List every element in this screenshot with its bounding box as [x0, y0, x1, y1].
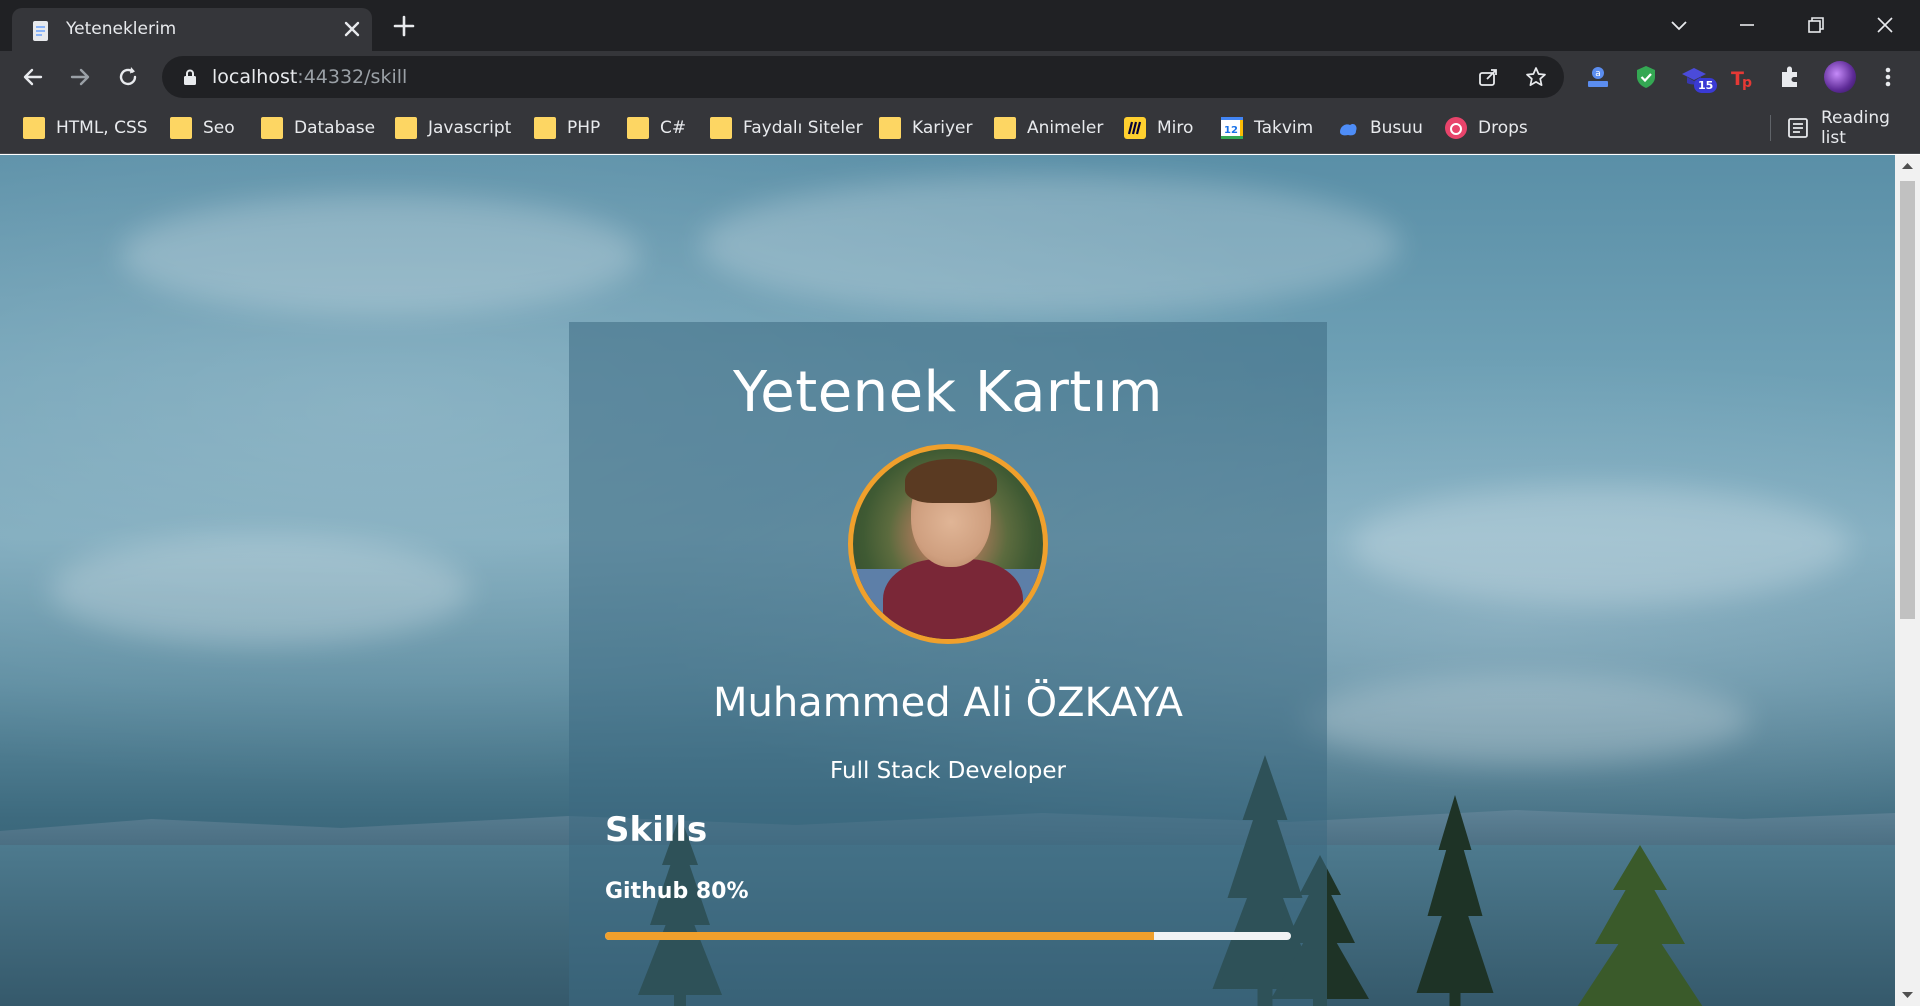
browser-toolbar: localhost:44332/skill a 15 T p	[0, 51, 1920, 103]
tp-extension-icon[interactable]: T p	[1728, 63, 1756, 91]
bookmark-label: Drops	[1478, 118, 1528, 138]
folder-icon	[879, 117, 901, 139]
drops-icon	[1445, 117, 1467, 139]
bookmark-star-icon[interactable]	[1524, 65, 1548, 89]
reading-list-divider	[1770, 115, 1771, 141]
tab-search-icon[interactable]	[1664, 10, 1694, 40]
bookmark-busuu[interactable]: Busuu	[1337, 115, 1423, 141]
shield-extension-icon[interactable]	[1632, 63, 1660, 91]
scroll-up-arrow-icon[interactable]	[1895, 155, 1920, 177]
page-viewport: Yetenek Kartım Muhammed Ali ÖZKAYA Full …	[0, 155, 1895, 1006]
background-cloud	[50, 535, 470, 645]
extension-badge: 15	[1694, 78, 1718, 93]
folder-icon	[994, 117, 1016, 139]
bookmark-label: Javascript	[428, 118, 512, 138]
bookmark-takvim[interactable]: 12 Takvim	[1221, 115, 1313, 141]
bookmark-label: HTML, CSS	[56, 118, 148, 138]
document-icon	[33, 21, 48, 41]
tab-strip: Yeteneklerim	[0, 0, 1920, 51]
active-tab[interactable]: Yeteneklerim	[12, 8, 372, 51]
tab-title: Yeteneklerim	[66, 19, 177, 39]
reload-icon[interactable]	[114, 63, 142, 91]
bookmark-label: C#	[660, 118, 687, 138]
bookmark-animeler[interactable]: Animeler	[994, 115, 1103, 141]
url-path: :44332/skill	[297, 66, 408, 88]
bookmark-kariyer[interactable]: Kariyer	[879, 115, 973, 141]
forward-icon[interactable]	[66, 63, 94, 91]
svg-text:p: p	[1742, 75, 1752, 91]
scroll-thumb[interactable]	[1900, 181, 1915, 619]
bookmark-html-css[interactable]: HTML, CSS	[23, 115, 148, 141]
lock-icon[interactable]	[182, 68, 198, 86]
bookmark-drops[interactable]: Drops	[1445, 115, 1528, 141]
menu-kebab-icon[interactable]	[1874, 63, 1902, 91]
background-cloud	[1300, 675, 1750, 765]
bookmark-label: Faydalı Siteler	[743, 118, 863, 138]
background-cloud	[700, 175, 1400, 315]
person-name: Muhammed Ali ÖZKAYA	[712, 680, 1184, 726]
share-icon[interactable]	[1476, 65, 1500, 89]
new-tab-icon[interactable]	[390, 12, 418, 40]
bookmark-label: Kariyer	[912, 118, 973, 138]
svg-text:a: a	[1595, 69, 1601, 79]
bookmark-label: Seo	[203, 118, 235, 138]
url-host: localhost	[212, 66, 298, 88]
close-tab-icon[interactable]	[340, 17, 364, 41]
back-icon[interactable]	[19, 63, 47, 91]
skill-progress-github	[605, 932, 1291, 940]
skill-progress-fill	[605, 932, 1154, 940]
folder-icon	[534, 117, 556, 139]
bookmark-csharp[interactable]: C#	[627, 115, 686, 141]
folder-icon	[710, 117, 732, 139]
background-cloud	[1350, 485, 1850, 605]
bookmark-database[interactable]: Database	[261, 115, 375, 141]
miro-icon	[1124, 117, 1146, 139]
bookmark-label: Database	[294, 118, 376, 138]
translate-extension-icon[interactable]: a	[1584, 63, 1612, 91]
bookmark-label: Miro	[1157, 118, 1194, 138]
folder-icon	[170, 117, 192, 139]
profile-avatar[interactable]	[1824, 61, 1856, 93]
hoodie	[883, 559, 1023, 639]
skills-heading: Skills	[605, 810, 708, 850]
calendar-icon: 12	[1221, 117, 1243, 139]
bookmark-label: Animeler	[1027, 118, 1104, 138]
bookmarks-bar: HTML, CSS Seo Database Javascript PHP C#…	[0, 103, 1920, 154]
calendar-day: 12	[1224, 125, 1238, 136]
bookmark-seo[interactable]: Seo	[170, 115, 235, 141]
reading-list-label: Reading list	[1820, 108, 1890, 148]
reading-list-icon	[1788, 118, 1808, 138]
bookmark-php[interactable]: PHP	[534, 115, 600, 141]
bookmark-label: Busuu	[1370, 118, 1423, 138]
bookmark-javascript[interactable]: Javascript	[395, 115, 511, 141]
graduation-extension[interactable]: 15	[1680, 61, 1718, 95]
profile-photo	[848, 444, 1048, 644]
folder-icon	[395, 117, 417, 139]
scroll-down-arrow-icon[interactable]	[1895, 984, 1920, 1006]
bookmark-label: Takvim	[1254, 118, 1314, 138]
page-scrollbar[interactable]	[1895, 155, 1920, 1006]
address-bar[interactable]: localhost:44332/skill	[162, 56, 1564, 98]
folder-icon	[627, 117, 649, 139]
skill-label-github: Github 80%	[605, 879, 749, 904]
background-cloud	[120, 195, 640, 315]
close-window-icon[interactable]	[1870, 10, 1900, 40]
skill-card: Yetenek Kartım Muhammed Ali ÖZKAYA Full …	[569, 322, 1327, 1006]
person-role: Full Stack Developer	[830, 758, 1066, 784]
folder-icon	[261, 117, 283, 139]
reading-list[interactable]: Reading list	[1770, 108, 1920, 148]
url-text[interactable]: localhost:44332/skill	[212, 66, 407, 88]
hair	[905, 459, 997, 503]
restore-icon[interactable]	[1801, 10, 1831, 40]
folder-icon	[23, 117, 45, 139]
bookmark-label: PHP	[567, 118, 601, 138]
busuu-icon	[1340, 123, 1357, 136]
minimize-icon[interactable]	[1732, 10, 1762, 40]
card-title: Yetenek Kartım	[733, 360, 1163, 425]
extensions-puzzle-icon[interactable]	[1776, 63, 1804, 91]
bookmark-miro[interactable]: Miro	[1124, 115, 1193, 141]
bookmark-faydali-siteler[interactable]: Faydalı Siteler	[710, 115, 863, 141]
